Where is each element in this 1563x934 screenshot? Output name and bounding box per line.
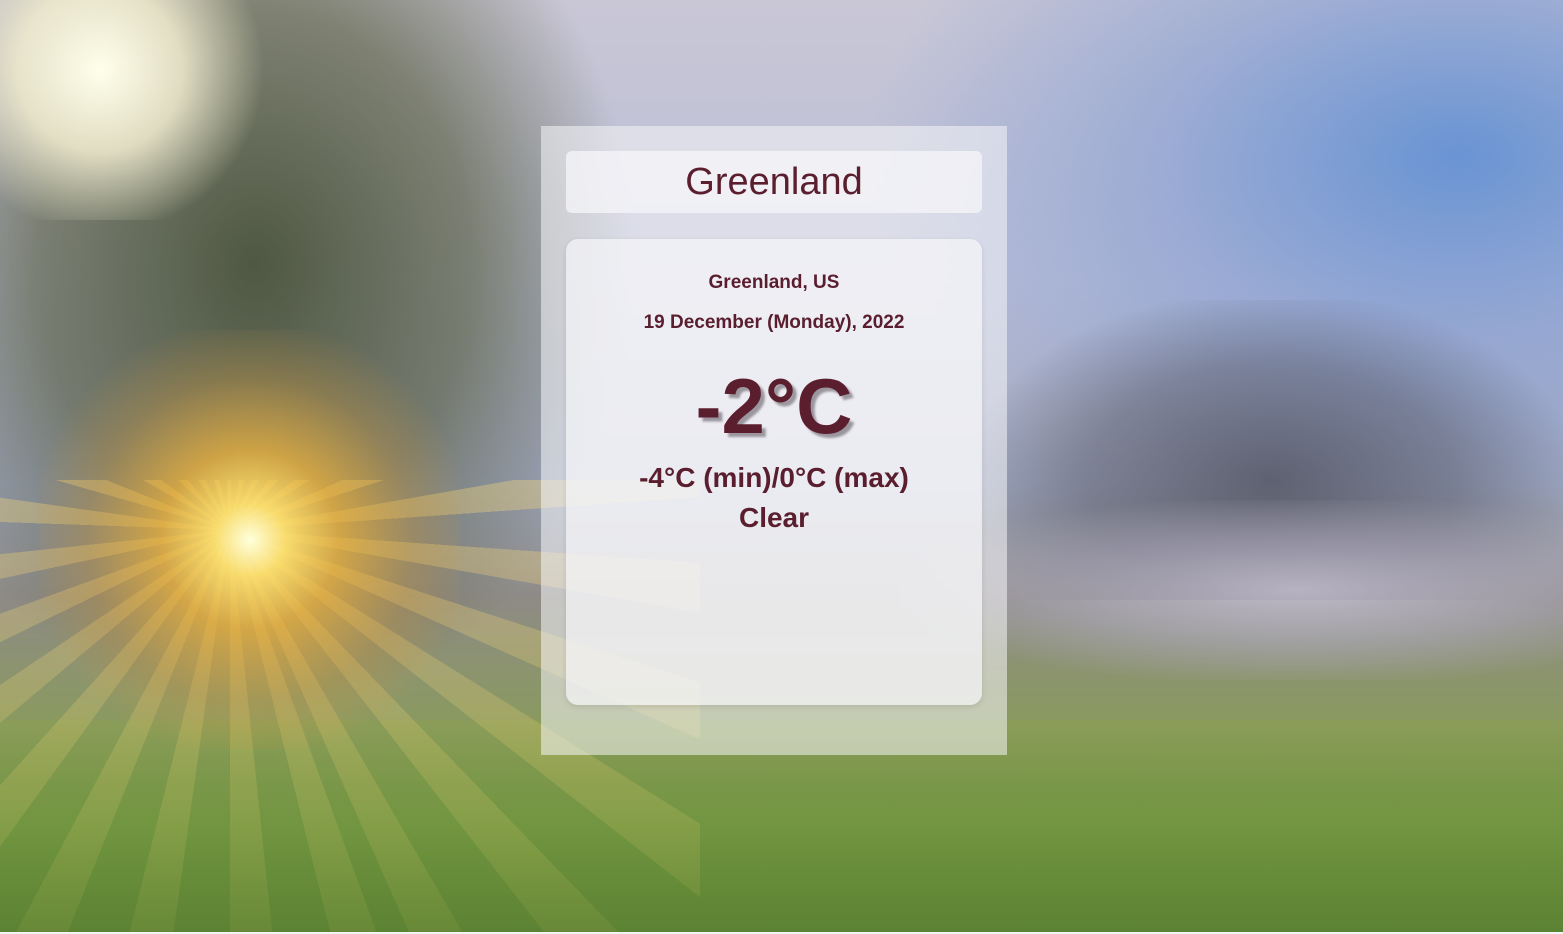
- current-temperature: -2°C: [695, 362, 853, 450]
- background-sun: [40, 330, 460, 750]
- location-label: Greenland, US: [708, 272, 840, 293]
- background-sun-glare: [0, 0, 280, 220]
- weather-condition: Clear: [738, 502, 810, 533]
- weather-panel: Greenland, US 19 December (Monday), 2022…: [541, 126, 1007, 755]
- date-label: 19 December (Monday), 2022: [643, 312, 905, 333]
- min-max-temperature: -4°C (min)/0°C (max): [639, 462, 909, 493]
- weather-app: Greenland, US 19 December (Monday), 2022…: [0, 0, 1563, 934]
- weather-card: Greenland, US 19 December (Monday), 2022…: [566, 239, 982, 705]
- city-search-input[interactable]: [566, 151, 982, 213]
